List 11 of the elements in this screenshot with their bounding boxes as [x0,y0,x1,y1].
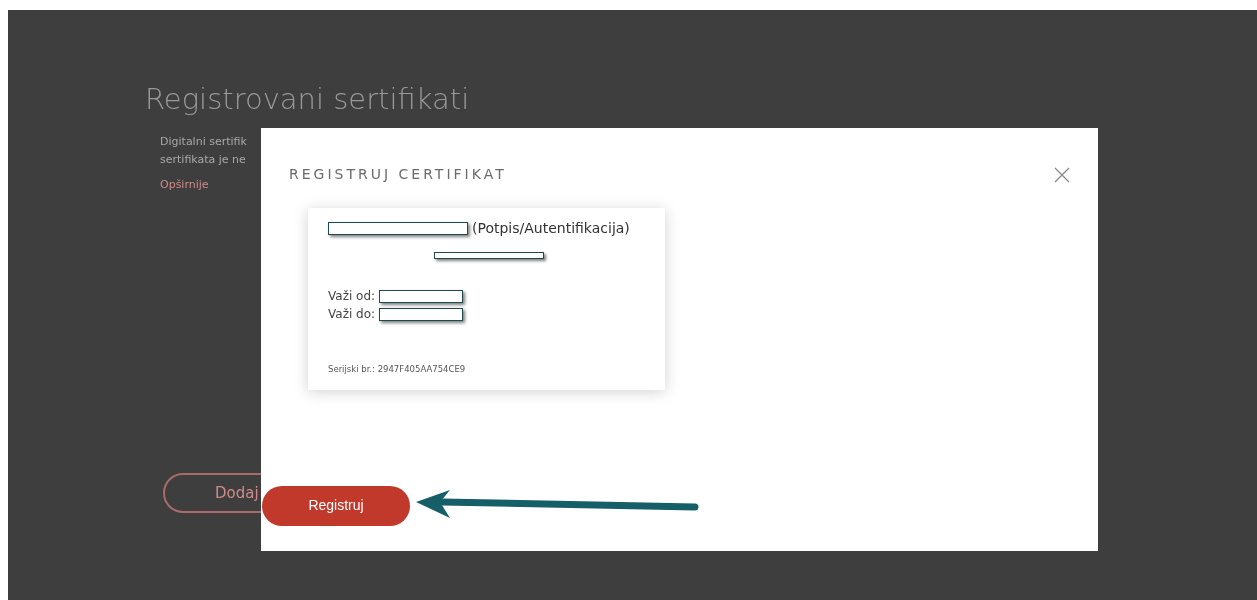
description-text: Digitalni sertifik [160,134,248,151]
page-title: Registrovani sertifikati [145,81,470,118]
modal-title: REGISTRUJ CERTIFIKAT [289,165,507,184]
valid-from-label: Važi od: [328,288,376,305]
valid-to-label: Važi do: [328,306,376,323]
description-text: sertifikata je ne [160,152,247,169]
more-link[interactable]: Opširnije [160,177,209,194]
register-button[interactable]: Registruj [262,485,410,526]
certificate-type: (Potpis/Autentifikacija) [472,219,630,238]
serial-number: Serijski br.: 2947F405AA754CE9 [328,363,467,376]
close-icon[interactable] [1054,166,1070,183]
